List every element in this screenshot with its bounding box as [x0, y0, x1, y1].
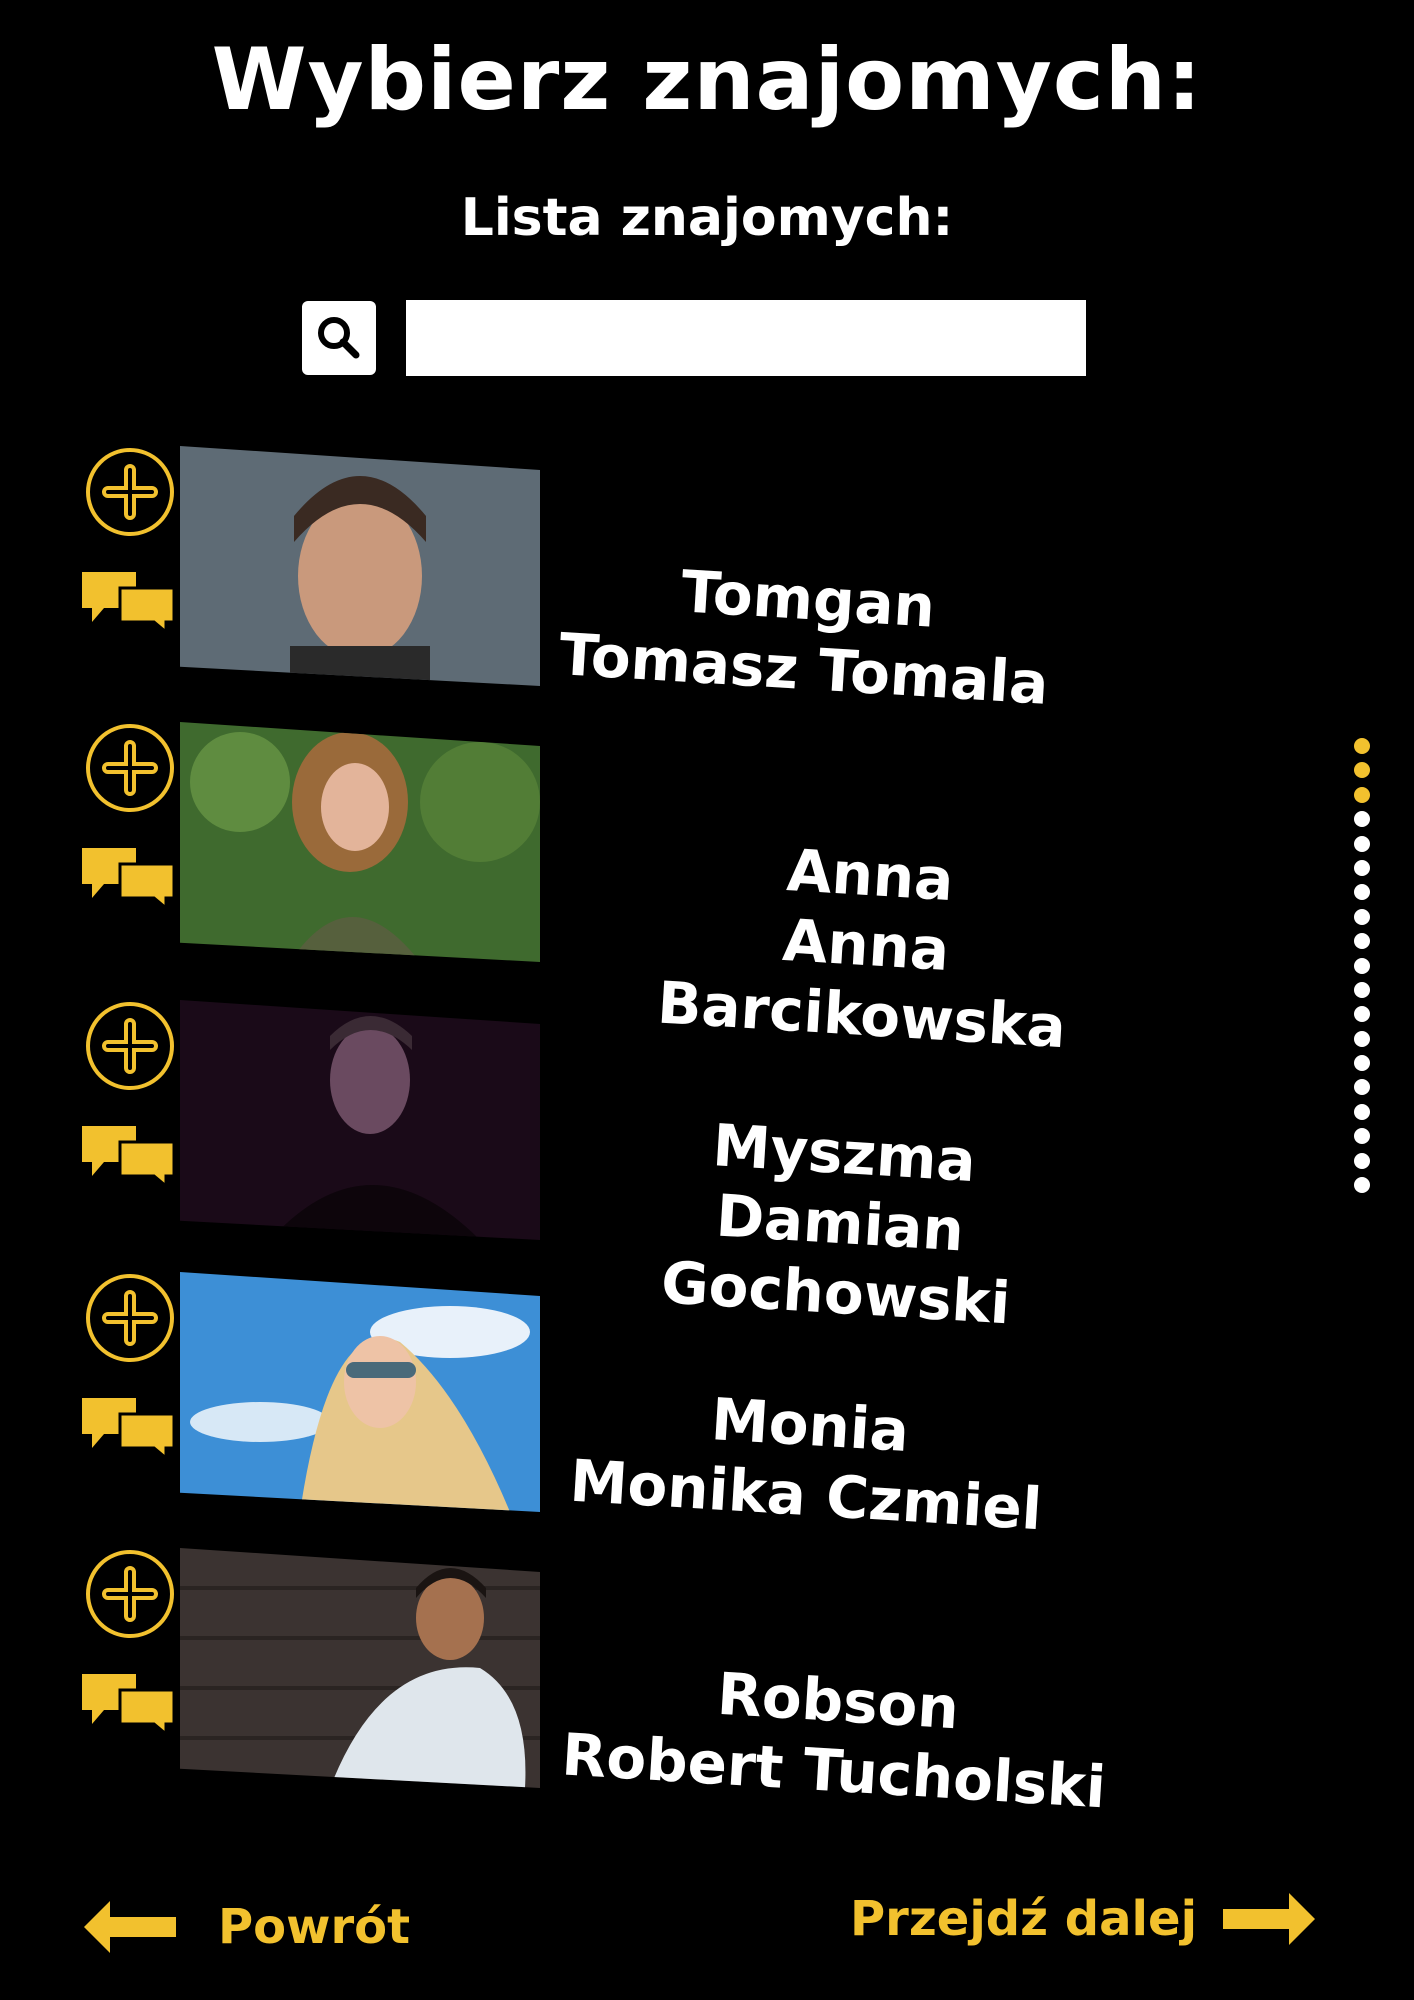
- chat-button[interactable]: [80, 568, 176, 632]
- plus-circle-icon: [86, 1550, 174, 1638]
- scroll-indicator[interactable]: [1354, 738, 1372, 1218]
- scroll-dot: [1354, 1030, 1370, 1047]
- scroll-dot: [1354, 738, 1370, 754]
- add-friend-button[interactable]: [84, 446, 176, 538]
- friend-names: Robson Robert Tucholski: [552, 1649, 1120, 1823]
- chat-button[interactable]: [80, 844, 176, 908]
- friend-photo: [180, 1548, 540, 1788]
- chat-button[interactable]: [80, 1122, 176, 1186]
- scroll-dot: [1354, 1128, 1370, 1145]
- arrow-left-icon: [80, 1897, 180, 1957]
- plus-circle-icon: [86, 1002, 174, 1090]
- friend-names: Monia Monika Czmiel: [524, 1373, 1092, 1547]
- profile-picture: [180, 1272, 540, 1512]
- chat-bubbles-icon: [82, 1674, 176, 1734]
- friend-row: Anna Anna Barcikowska: [0, 722, 1414, 1061]
- next-button[interactable]: Przejdź dalej: [850, 1884, 1319, 1954]
- scroll-dot: [1354, 786, 1370, 803]
- scroll-dot: [1354, 908, 1370, 925]
- friend-photo: [180, 1272, 540, 1512]
- scroll-dot: [1354, 1006, 1370, 1023]
- chat-bubbles-icon: [82, 572, 176, 632]
- friend-row: Tomgan Tomasz Tomala: [0, 446, 1414, 718]
- next-label: Przejdź dalej: [850, 1891, 1198, 1947]
- friend-row: Robson Robert Tucholski: [0, 1548, 1414, 1821]
- friend-names: Tomgan Tomasz Tomala: [522, 547, 1090, 721]
- friend-row: Myszma Damian Gochowski: [0, 1000, 1414, 1337]
- chat-bubbles-icon: [82, 1398, 176, 1458]
- plus-circle-icon: [86, 724, 174, 812]
- scroll-dot: [1354, 859, 1370, 876]
- profile-picture: [180, 1548, 540, 1788]
- back-label: Powrót: [218, 1899, 411, 1955]
- add-friend-button[interactable]: [84, 722, 176, 814]
- add-friend-button[interactable]: [84, 1272, 176, 1364]
- profile-picture: [180, 1000, 540, 1240]
- back-button[interactable]: Powrót: [80, 1892, 410, 1962]
- friend-photo: [180, 722, 540, 962]
- scroll-dot: [1354, 762, 1370, 779]
- scroll-dot: [1354, 811, 1370, 828]
- chat-bubbles-icon: [82, 1126, 176, 1186]
- chat-button[interactable]: [80, 1670, 176, 1734]
- scroll-dot: [1354, 933, 1370, 950]
- scroll-dot: [1354, 1103, 1370, 1120]
- add-friend-button[interactable]: [84, 1000, 176, 1092]
- scroll-dot: [1354, 957, 1370, 974]
- plus-circle-icon: [86, 1274, 174, 1362]
- friend-photo: [180, 446, 540, 686]
- scroll-dot: [1354, 1177, 1370, 1194]
- scroll-dot: [1354, 1079, 1370, 1096]
- add-friend-button[interactable]: [84, 1548, 176, 1640]
- scroll-dot: [1354, 1055, 1370, 1072]
- profile-picture: [180, 722, 540, 962]
- plus-circle-icon: [86, 448, 174, 536]
- friend-list: Tomgan Tomasz Tomala Anna Anna Barcikows…: [0, 0, 1414, 2000]
- chat-button[interactable]: [80, 1394, 176, 1458]
- scroll-dot: [1354, 1152, 1370, 1169]
- friend-photo: [180, 1000, 540, 1240]
- friend-row: Monia Monika Czmiel: [0, 1272, 1414, 1543]
- scroll-dot: [1354, 981, 1370, 998]
- scroll-dot: [1354, 835, 1370, 852]
- profile-picture: [180, 446, 540, 686]
- arrow-right-icon: [1219, 1889, 1319, 1949]
- chat-bubbles-icon: [82, 848, 176, 908]
- scroll-dot: [1354, 884, 1370, 901]
